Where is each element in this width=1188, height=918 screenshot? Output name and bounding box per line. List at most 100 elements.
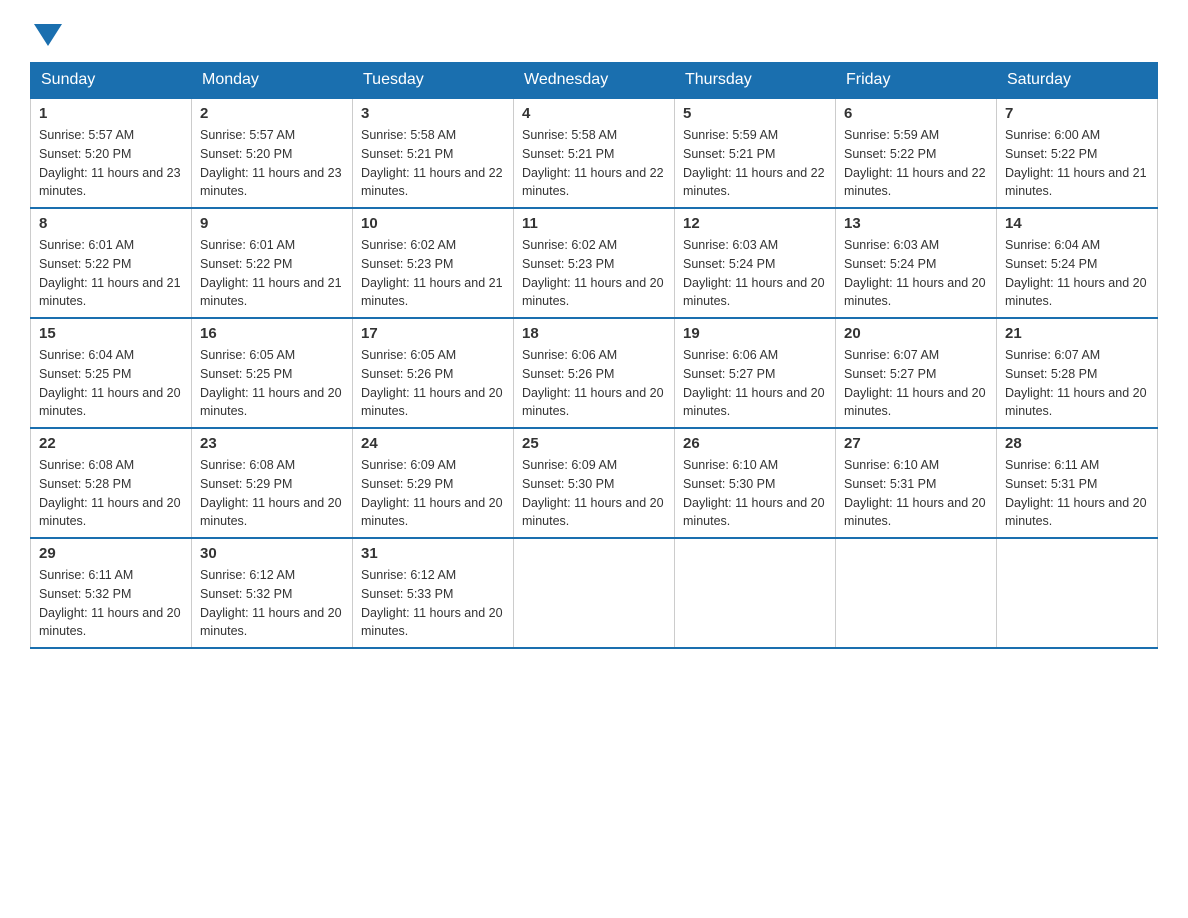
day-info: Sunrise: 5:59 AMSunset: 5:21 PMDaylight:…: [683, 126, 827, 201]
day-info: Sunrise: 6:11 AMSunset: 5:32 PMDaylight:…: [39, 566, 183, 641]
day-number: 9: [200, 215, 344, 232]
day-number: 11: [522, 215, 666, 232]
day-number: 6: [844, 105, 988, 122]
calendar-cell: 8Sunrise: 6:01 AMSunset: 5:22 PMDaylight…: [31, 208, 192, 318]
day-info: Sunrise: 6:03 AMSunset: 5:24 PMDaylight:…: [683, 236, 827, 311]
day-info: Sunrise: 6:04 AMSunset: 5:25 PMDaylight:…: [39, 346, 183, 421]
calendar-cell: [836, 538, 997, 648]
day-info: Sunrise: 5:57 AMSunset: 5:20 PMDaylight:…: [200, 126, 344, 201]
calendar-cell: 16Sunrise: 6:05 AMSunset: 5:25 PMDayligh…: [192, 318, 353, 428]
calendar-cell: 20 Sunrise: 6:07 AMSunset: 5:27 PMDayligh…: [836, 318, 997, 428]
day-header-monday: Monday: [192, 63, 353, 99]
day-info: Sunrise: 6:10 AMSunset: 5:30 PMDaylight:…: [683, 456, 827, 531]
day-number: 22: [39, 435, 183, 452]
day-number: 20: [844, 325, 988, 342]
calendar-cell: 9 Sunrise: 6:01 AMSunset: 5:22 PMDaylight…: [192, 208, 353, 318]
calendar-cell: 2 Sunrise: 5:57 AMSunset: 5:20 PMDaylight…: [192, 98, 353, 208]
day-info: Sunrise: 6:08 AMSunset: 5:28 PMDaylight:…: [39, 456, 183, 531]
day-header-wednesday: Wednesday: [514, 63, 675, 99]
day-info: Sunrise: 6:12 AMSunset: 5:32 PMDaylight:…: [200, 566, 344, 641]
day-number: 4: [522, 105, 666, 122]
day-number: 17: [361, 325, 505, 342]
day-info: Sunrise: 6:00 AMSunset: 5:22 PMDaylight:…: [1005, 126, 1149, 201]
day-info: Sunrise: 6:07 AMSunset: 5:27 PMDaylight:…: [844, 346, 988, 421]
day-number: 2: [200, 105, 344, 122]
calendar-cell: 15 Sunrise: 6:04 AMSunset: 5:25 PMDayligh…: [31, 318, 192, 428]
day-number: 27: [844, 435, 988, 452]
day-number: 13: [844, 215, 988, 232]
calendar-week-row: 29 Sunrise: 6:11 AMSunset: 5:32 PMDayligh…: [31, 538, 1158, 648]
day-info: Sunrise: 6:02 AMSunset: 5:23 PMDaylight:…: [522, 236, 666, 311]
day-info: Sunrise: 6:01 AMSunset: 5:22 PMDaylight:…: [200, 236, 344, 311]
day-info: Sunrise: 6:11 AMSunset: 5:31 PMDaylight:…: [1005, 456, 1149, 531]
calendar-cell: 14 Sunrise: 6:04 AMSunset: 5:24 PMDayligh…: [997, 208, 1158, 318]
calendar-cell: 27 Sunrise: 6:10 AMSunset: 5:31 PMDayligh…: [836, 428, 997, 538]
calendar-cell: 31 Sunrise: 6:12 AMSunset: 5:33 PMDayligh…: [353, 538, 514, 648]
day-number: 8: [39, 215, 183, 232]
day-header-saturday: Saturday: [997, 63, 1158, 99]
calendar-table: SundayMondayTuesdayWednesdayThursdayFrid…: [30, 62, 1158, 649]
day-number: 30: [200, 545, 344, 562]
day-header-thursday: Thursday: [675, 63, 836, 99]
day-info: Sunrise: 6:10 AMSunset: 5:31 PMDaylight:…: [844, 456, 988, 531]
day-number: 23: [200, 435, 344, 452]
day-number: 1: [39, 105, 183, 122]
day-info: Sunrise: 6:06 AMSunset: 5:26 PMDaylight:…: [522, 346, 666, 421]
day-info: Sunrise: 6:04 AMSunset: 5:24 PMDaylight:…: [1005, 236, 1149, 311]
day-info: Sunrise: 6:06 AMSunset: 5:27 PMDaylight:…: [683, 346, 827, 421]
calendar-cell: 24 Sunrise: 6:09 AMSunset: 5:29 PMDayligh…: [353, 428, 514, 538]
calendar-cell: [675, 538, 836, 648]
calendar-week-row: 22 Sunrise: 6:08 AMSunset: 5:28 PMDayligh…: [31, 428, 1158, 538]
calendar-cell: [997, 538, 1158, 648]
calendar-cell: 29 Sunrise: 6:11 AMSunset: 5:32 PMDayligh…: [31, 538, 192, 648]
day-number: 21: [1005, 325, 1149, 342]
calendar-week-row: 1 Sunrise: 5:57 AMSunset: 5:20 PMDaylight…: [31, 98, 1158, 208]
calendar-cell: 26 Sunrise: 6:10 AMSunset: 5:30 PMDayligh…: [675, 428, 836, 538]
day-number: 24: [361, 435, 505, 452]
page-header: [30, 20, 1158, 42]
day-info: Sunrise: 6:03 AMSunset: 5:24 PMDaylight:…: [844, 236, 988, 311]
day-info: Sunrise: 6:12 AMSunset: 5:33 PMDaylight:…: [361, 566, 505, 641]
calendar-cell: 6 Sunrise: 5:59 AMSunset: 5:22 PMDaylight…: [836, 98, 997, 208]
day-number: 31: [361, 545, 505, 562]
calendar-cell: 11 Sunrise: 6:02 AMSunset: 5:23 PMDayligh…: [514, 208, 675, 318]
day-info: Sunrise: 6:07 AMSunset: 5:28 PMDaylight:…: [1005, 346, 1149, 421]
logo: [30, 20, 62, 42]
day-info: Sunrise: 6:05 AMSunset: 5:26 PMDaylight:…: [361, 346, 505, 421]
day-header-tuesday: Tuesday: [353, 63, 514, 99]
logo-triangle-icon: [34, 24, 62, 46]
day-number: 18: [522, 325, 666, 342]
day-number: 15: [39, 325, 183, 342]
day-info: Sunrise: 5:59 AMSunset: 5:22 PMDaylight:…: [844, 126, 988, 201]
day-number: 28: [1005, 435, 1149, 452]
calendar-cell: 30 Sunrise: 6:12 AMSunset: 5:32 PMDayligh…: [192, 538, 353, 648]
calendar-cell: 25 Sunrise: 6:09 AMSunset: 5:30 PMDayligh…: [514, 428, 675, 538]
calendar-header-row: SundayMondayTuesdayWednesdayThursdayFrid…: [31, 63, 1158, 99]
day-info: Sunrise: 5:58 AMSunset: 5:21 PMDaylight:…: [522, 126, 666, 201]
calendar-cell: [514, 538, 675, 648]
day-header-friday: Friday: [836, 63, 997, 99]
day-number: 14: [1005, 215, 1149, 232]
day-info: Sunrise: 5:58 AMSunset: 5:21 PMDaylight:…: [361, 126, 505, 201]
day-number: 25: [522, 435, 666, 452]
calendar-cell: 4 Sunrise: 5:58 AMSunset: 5:21 PMDaylight…: [514, 98, 675, 208]
calendar-cell: 18 Sunrise: 6:06 AMSunset: 5:26 PMDayligh…: [514, 318, 675, 428]
day-number: 12: [683, 215, 827, 232]
day-number: 5: [683, 105, 827, 122]
day-number: 7: [1005, 105, 1149, 122]
day-number: 16: [200, 325, 344, 342]
calendar-cell: 10Sunrise: 6:02 AMSunset: 5:23 PMDayligh…: [353, 208, 514, 318]
calendar-cell: 21 Sunrise: 6:07 AMSunset: 5:28 PMDayligh…: [997, 318, 1158, 428]
day-number: 19: [683, 325, 827, 342]
calendar-cell: 12 Sunrise: 6:03 AMSunset: 5:24 PMDayligh…: [675, 208, 836, 318]
day-info: Sunrise: 6:09 AMSunset: 5:30 PMDaylight:…: [522, 456, 666, 531]
calendar-cell: 3Sunrise: 5:58 AMSunset: 5:21 PMDaylight…: [353, 98, 514, 208]
day-info: Sunrise: 6:09 AMSunset: 5:29 PMDaylight:…: [361, 456, 505, 531]
day-number: 26: [683, 435, 827, 452]
day-number: 29: [39, 545, 183, 562]
calendar-cell: 19 Sunrise: 6:06 AMSunset: 5:27 PMDayligh…: [675, 318, 836, 428]
day-number: 10: [361, 215, 505, 232]
calendar-week-row: 15 Sunrise: 6:04 AMSunset: 5:25 PMDayligh…: [31, 318, 1158, 428]
calendar-cell: 5 Sunrise: 5:59 AMSunset: 5:21 PMDaylight…: [675, 98, 836, 208]
calendar-cell: 7 Sunrise: 6:00 AMSunset: 5:22 PMDaylight…: [997, 98, 1158, 208]
